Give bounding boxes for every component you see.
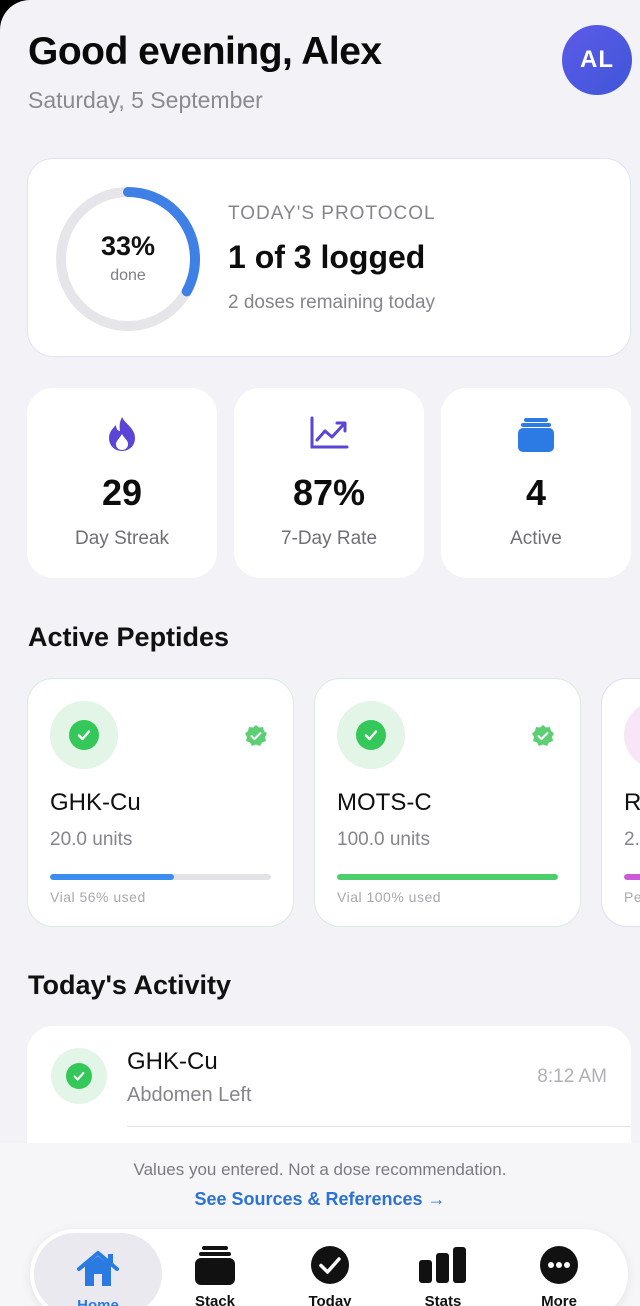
sources-link[interactable]: See Sources & References → bbox=[0, 1189, 640, 1210]
protocol-subtitle: 2 doses remaining today bbox=[228, 292, 436, 313]
vial-usage-label: Pe bbox=[624, 889, 640, 905]
activity-peptide: GHK-Cu bbox=[127, 1048, 218, 1075]
check-icon bbox=[66, 1063, 92, 1089]
progress-percent: 33% bbox=[100, 231, 156, 261]
check-icon bbox=[356, 720, 386, 750]
activity-site: Abdomen Left bbox=[127, 1084, 252, 1106]
row-divider bbox=[127, 1126, 631, 1127]
protocol-title: 1 of 3 logged bbox=[228, 239, 426, 275]
tab-bar: Home Stack Today Stats More bbox=[30, 1229, 628, 1306]
disclaimer-text: Values you entered. Not a dose recommend… bbox=[133, 1160, 507, 1179]
rate-value: 87% bbox=[292, 472, 366, 513]
peptide-badge bbox=[624, 701, 640, 769]
peptide-name: MOTS-C bbox=[337, 789, 432, 816]
vial-progress-bar bbox=[624, 874, 640, 880]
bar-chart-icon bbox=[388, 1245, 498, 1285]
peptide-units: 100.0 units bbox=[337, 829, 430, 850]
stack-icon bbox=[160, 1245, 270, 1285]
stack-icon bbox=[441, 416, 631, 456]
active-value: 4 bbox=[525, 472, 547, 513]
tab-label: Today bbox=[308, 1293, 352, 1306]
greeting-title: Good evening, Alex bbox=[28, 30, 382, 73]
stat-card-streak[interactable]: 29 Day Streak bbox=[27, 388, 217, 578]
logged-badge bbox=[337, 701, 405, 769]
date-label: Saturday, 5 September bbox=[28, 87, 263, 113]
streak-value: 29 bbox=[101, 472, 143, 513]
vial-progress-bar bbox=[337, 874, 558, 880]
avatar[interactable]: AL bbox=[562, 25, 632, 95]
vial-usage-label: Vial 56% used bbox=[50, 889, 146, 905]
active-label: Active bbox=[510, 528, 562, 549]
stat-card-rate[interactable]: 87% 7-Day Rate bbox=[234, 388, 424, 578]
check-icon bbox=[69, 720, 99, 750]
peptide-name: R bbox=[624, 789, 640, 816]
logged-badge bbox=[51, 1048, 107, 1104]
more-icon bbox=[504, 1245, 614, 1285]
vial-progress-fill bbox=[337, 874, 558, 880]
stat-card-active[interactable]: 4 Active bbox=[441, 388, 631, 578]
peptide-card-partial[interactable]: R 2. Pe bbox=[601, 678, 640, 927]
tab-stats[interactable]: Stats bbox=[388, 1229, 498, 1306]
vial-progress-fill bbox=[624, 874, 640, 880]
tab-label: Stats bbox=[424, 1293, 462, 1306]
tab-label: Home bbox=[77, 1297, 119, 1306]
vial-progress-bar bbox=[50, 874, 271, 880]
peptide-units: 20.0 units bbox=[50, 829, 133, 850]
home-screen: Good evening, Alex Saturday, 5 September… bbox=[0, 0, 640, 1306]
peptide-units: 2. bbox=[624, 829, 640, 850]
footer: Values you entered. Not a dose recommend… bbox=[0, 1143, 640, 1306]
vial-progress-fill bbox=[50, 874, 174, 880]
screen-corner bbox=[0, 0, 60, 60]
flame-icon bbox=[27, 416, 217, 456]
tab-more[interactable]: More bbox=[504, 1229, 614, 1306]
active-peptides-heading: Active Peptides bbox=[28, 622, 230, 652]
protocol-label: TODAY'S PROTOCOL bbox=[228, 203, 436, 224]
streak-label: Day Streak bbox=[75, 528, 169, 549]
activity-time: 8:12 AM bbox=[537, 1066, 607, 1087]
peptide-card-mots-c[interactable]: MOTS-C 100.0 units Vial 100% used bbox=[314, 678, 581, 927]
tab-label: Stack bbox=[194, 1293, 236, 1306]
protocol-card[interactable]: 33% done TODAY'S PROTOCOL 1 of 3 logged … bbox=[27, 158, 631, 357]
check-circle-icon bbox=[275, 1245, 385, 1285]
logged-badge bbox=[50, 701, 118, 769]
tab-today[interactable]: Today bbox=[275, 1229, 385, 1306]
tab-stack[interactable]: Stack bbox=[160, 1229, 270, 1306]
home-icon bbox=[34, 1249, 162, 1289]
peptide-name: GHK-Cu bbox=[50, 789, 141, 816]
peptide-card-ghk-cu[interactable]: GHK-Cu 20.0 units Vial 56% used bbox=[27, 678, 294, 927]
trend-chart-icon bbox=[234, 416, 424, 456]
tab-home[interactable]: Home bbox=[34, 1233, 162, 1306]
todays-activity-heading: Today's Activity bbox=[28, 970, 231, 1000]
verified-seal-icon bbox=[245, 725, 267, 746]
verified-seal-icon bbox=[532, 725, 554, 746]
vial-usage-label: Vial 100% used bbox=[337, 889, 442, 905]
progress-sub: done bbox=[110, 267, 146, 284]
rate-label: 7-Day Rate bbox=[280, 528, 378, 549]
tab-label: More bbox=[541, 1293, 577, 1306]
